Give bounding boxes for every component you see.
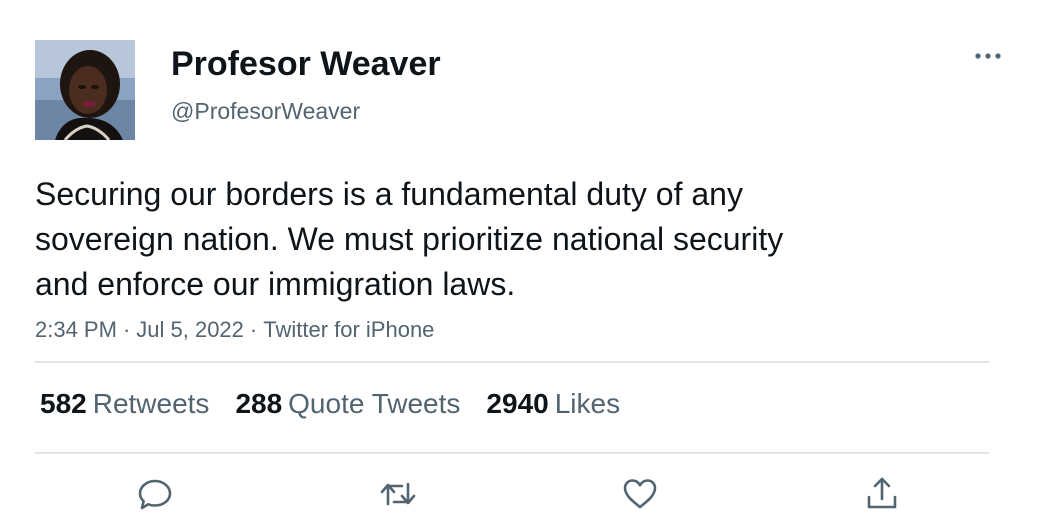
meta-separator: · <box>249 317 258 342</box>
tweet-date[interactable]: Jul 5, 2022 <box>136 317 244 342</box>
quote-tweets-label: Quote Tweets <box>288 388 461 419</box>
display-name[interactable]: Profesor Weaver <box>171 44 441 84</box>
quote-tweets-stat[interactable]: 288 Quote Tweets <box>235 386 460 422</box>
share-icon[interactable] <box>862 474 902 514</box>
likes-stat[interactable]: 2940 Likes <box>486 386 620 422</box>
reply-icon[interactable] <box>135 474 175 514</box>
avatar-photo <box>35 40 135 140</box>
user-handle[interactable]: @ProfesorWeaver <box>171 97 360 125</box>
retweets-count: 582 <box>40 388 87 419</box>
tweet-text-line: and enforce our immigration laws. <box>35 266 516 302</box>
likes-label: Likes <box>554 388 621 419</box>
avatar[interactable] <box>35 40 135 140</box>
tweet-source[interactable]: Twitter for iPhone <box>263 317 434 342</box>
meta-separator: · <box>122 317 131 342</box>
tweet-metadata: 2:34 PM · Jul 5, 2022 · Twitter for iPhone <box>35 316 434 344</box>
tweet-time[interactable]: 2:34 PM <box>35 317 117 342</box>
tweet-text-line: sovereign nation. We must prioritize nat… <box>35 221 784 257</box>
like-icon[interactable] <box>620 474 660 514</box>
engagement-stats: 582 Retweets 288 Quote Tweets 2940 Likes <box>40 386 646 422</box>
more-options-icon[interactable] <box>970 46 1006 66</box>
divider <box>35 361 989 363</box>
retweets-label: Retweets <box>92 388 210 419</box>
divider <box>35 452 989 454</box>
retweet-icon[interactable] <box>378 474 418 514</box>
likes-count: 2940 <box>486 388 549 419</box>
retweets-stat[interactable]: 582 Retweets <box>40 386 209 422</box>
tweet-text-line: Securing our borders is a fundamental du… <box>35 176 743 212</box>
quote-tweets-count: 288 <box>235 388 283 419</box>
tweet-text: Securing our borders is a fundamental du… <box>35 172 935 307</box>
